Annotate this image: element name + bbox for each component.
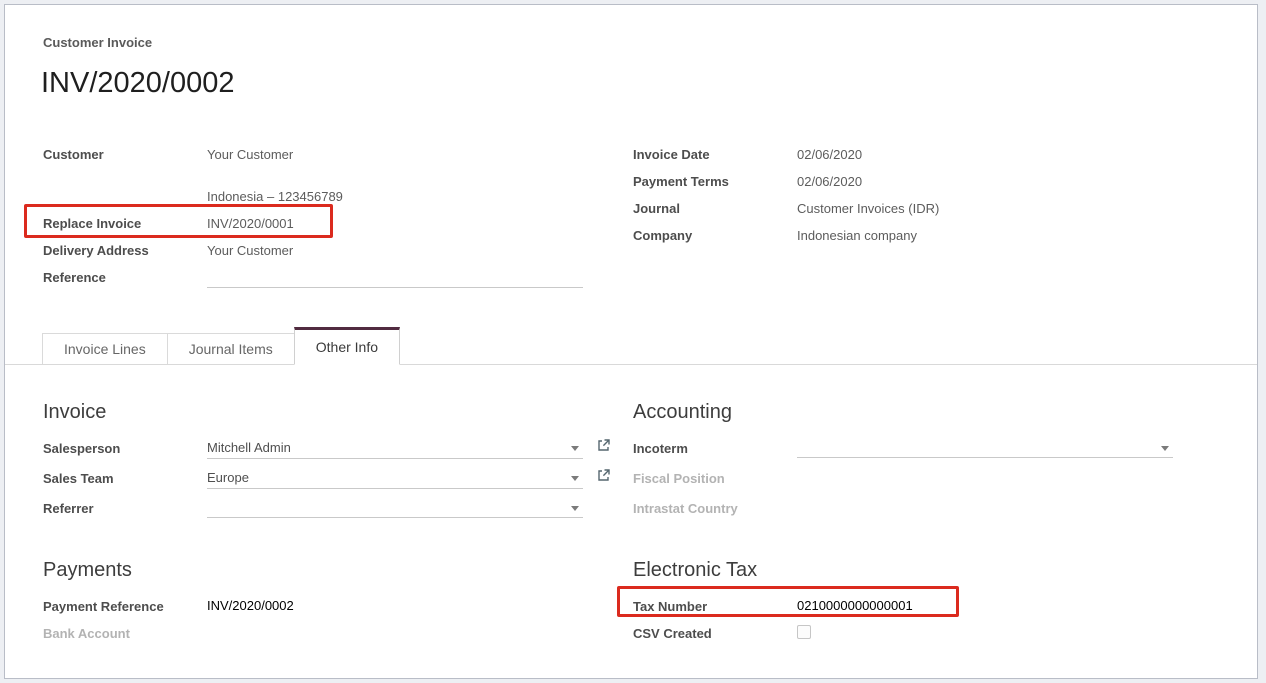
incoterm-input[interactable] [797, 438, 1173, 458]
customer-label: Customer [43, 145, 207, 165]
bank-account-label: Bank Account [43, 623, 207, 644]
tab-invoice-lines[interactable]: Invoice Lines [42, 333, 168, 364]
delivery-address-link[interactable]: Your Customer [207, 241, 293, 261]
tab-journal-items[interactable]: Journal Items [167, 333, 295, 364]
chevron-down-icon[interactable] [571, 506, 579, 511]
page-title: INV/2020/0002 [41, 67, 234, 100]
payment-reference-value: INV/2020/0002 [207, 596, 294, 616]
external-link-icon [596, 438, 611, 453]
tab-other-info[interactable]: Other Info [294, 327, 400, 365]
field-row-csv-created: CSV Created [633, 623, 1218, 650]
field-row-bank-account: Bank Account [43, 623, 628, 650]
salesperson-label: Salesperson [43, 438, 207, 459]
field-row-delivery-address: Delivery Address Your Customer [43, 241, 603, 261]
sales-team-open-record-icon[interactable] [596, 468, 611, 489]
field-row-referrer: Referrer [43, 498, 628, 528]
field-row-intrastat-country: Intrastat Country [633, 498, 1218, 528]
notebook-tabbar: Invoice Lines Journal Items Other Info [5, 327, 1257, 365]
section-invoice: Invoice Salesperson Mitchell Admin Sales… [43, 399, 628, 528]
journal-label: Journal [633, 199, 797, 219]
payment-reference-label: Payment Reference [43, 596, 207, 617]
fiscal-position-label: Fiscal Position [633, 468, 797, 489]
salesperson-input[interactable]: Mitchell Admin [207, 438, 583, 459]
field-row-payment-terms: Payment Terms 02/06/2020 [633, 172, 1233, 192]
section-accounting-title: Accounting [633, 399, 1218, 425]
tax-number-label: Tax Number [633, 596, 797, 617]
field-row-customer: Customer Your Customer [43, 145, 603, 165]
field-row-company: Company Indonesian company [633, 226, 1233, 246]
external-link-icon [596, 468, 611, 483]
invoice-date-value: 02/06/2020 [797, 145, 862, 165]
company-label: Company [633, 226, 797, 246]
sales-team-input[interactable]: Europe [207, 468, 583, 489]
field-row-incoterm: Incoterm [633, 438, 1218, 468]
section-electronic-tax: Electronic Tax Tax Number 02100000000000… [633, 557, 1218, 650]
header-fields-left: Customer Your Customer Indonesia – 12345… [43, 145, 603, 295]
field-row-invoice-date: Invoice Date 02/06/2020 [633, 145, 1233, 165]
section-invoice-title: Invoice [43, 399, 628, 425]
sales-team-value: Europe [207, 470, 249, 485]
csv-created-checkbox[interactable] [797, 625, 811, 639]
payment-terms-label: Payment Terms [633, 172, 797, 192]
field-row-reference: Reference [43, 268, 603, 288]
csv-created-label: CSV Created [633, 623, 797, 644]
field-row-payment-reference: Payment Reference INV/2020/0002 [43, 596, 628, 623]
journal-link[interactable]: Customer Invoices (IDR) [797, 199, 939, 219]
company-link[interactable]: Indonesian company [797, 226, 917, 246]
referrer-input[interactable] [207, 498, 583, 518]
sales-team-label: Sales Team [43, 468, 207, 489]
section-payments-title: Payments [43, 557, 628, 583]
replace-invoice-label: Replace Invoice [43, 214, 207, 234]
tax-number-value: 0210000000000001 [797, 596, 913, 616]
salesperson-open-record-icon[interactable] [596, 438, 611, 459]
customer-address-line: Indonesia – 123456789 [207, 187, 603, 207]
chevron-down-icon[interactable] [571, 446, 579, 451]
intrastat-country-label: Intrastat Country [633, 498, 797, 519]
replace-invoice-link[interactable]: INV/2020/0001 [207, 214, 294, 234]
field-row-journal: Journal Customer Invoices (IDR) [633, 199, 1233, 219]
invoice-form-sheet: Customer Invoice INV/2020/0002 Customer … [4, 4, 1258, 679]
field-row-sales-team: Sales Team Europe [43, 468, 628, 498]
document-type-label: Customer Invoice [43, 35, 152, 50]
section-accounting: Accounting Incoterm Fiscal Position Intr… [633, 399, 1218, 528]
salesperson-value: Mitchell Admin [207, 440, 291, 455]
payment-terms-value: 02/06/2020 [797, 172, 862, 192]
reference-label: Reference [43, 268, 207, 288]
section-electronic-tax-title: Electronic Tax [633, 557, 1218, 583]
reference-input[interactable] [207, 268, 583, 288]
referrer-label: Referrer [43, 498, 207, 519]
incoterm-label: Incoterm [633, 438, 797, 459]
field-row-tax-number: Tax Number 0210000000000001 [633, 596, 1218, 623]
field-row-fiscal-position: Fiscal Position [633, 468, 1218, 498]
header-fields-right: Invoice Date 02/06/2020 Payment Terms 02… [633, 145, 1233, 253]
section-payments: Payments Payment Reference INV/2020/0002… [43, 557, 628, 650]
invoice-date-label: Invoice Date [633, 145, 797, 165]
chevron-down-icon[interactable] [571, 476, 579, 481]
customer-link[interactable]: Your Customer [207, 145, 293, 165]
field-row-salesperson: Salesperson Mitchell Admin [43, 438, 628, 468]
chevron-down-icon[interactable] [1161, 446, 1169, 451]
delivery-address-label: Delivery Address [43, 241, 207, 261]
field-row-replace-invoice: Replace Invoice INV/2020/0001 [43, 214, 603, 234]
